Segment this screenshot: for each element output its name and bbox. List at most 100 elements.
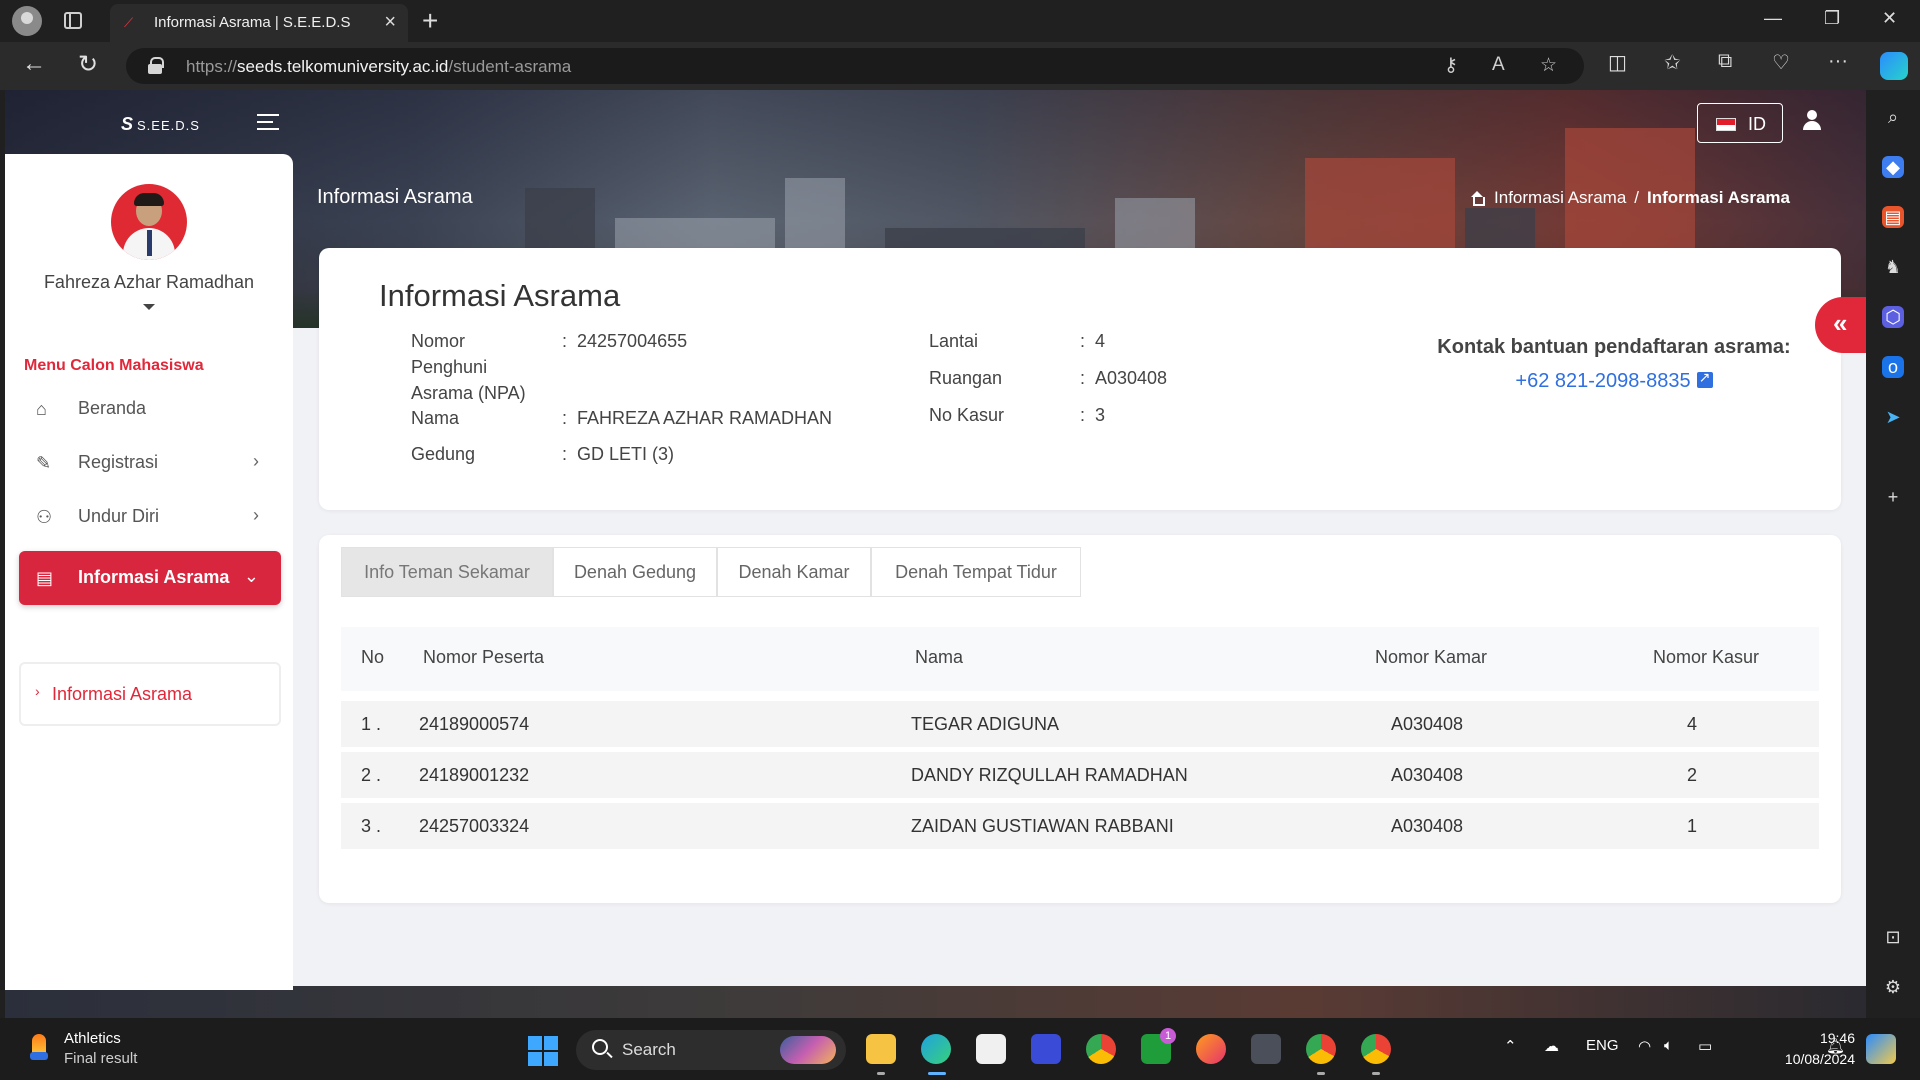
split-screen-icon[interactable]: ◫	[1608, 50, 1627, 75]
language-button[interactable]: ID	[1697, 103, 1783, 143]
close-window-button[interactable]: ✕	[1882, 8, 1897, 29]
edge-icon[interactable]	[921, 1034, 951, 1064]
nomor-kamar: A030408	[1391, 765, 1464, 785]
tab-denah-gedung[interactable]: Denah Gedung	[553, 547, 717, 597]
roommates-card: Info Teman Sekamar Denah Gedung Denah Ka…	[319, 535, 1841, 903]
row-number: 1 .	[361, 714, 382, 734]
nama: ZAIDAN GUSTIAWAN RABBANI	[911, 816, 1174, 836]
favorite-star-icon[interactable]: ☆	[1540, 54, 1557, 77]
copilot-taskbar-icon[interactable]	[1866, 1034, 1896, 1064]
more-options-icon[interactable]: ···	[1828, 50, 1848, 73]
battery-icon[interactable]: ▭	[1698, 1037, 1712, 1055]
table-row: 3 . 24257003324 ZAIDAN GUSTIAWAN RABBANI…	[341, 803, 1819, 849]
tab-denah-kamar[interactable]: Denah Kamar	[717, 547, 871, 597]
user-name[interactable]: Fahreza Azhar Ramadhan	[5, 272, 293, 293]
wifi-icon[interactable]: ◠	[1638, 1037, 1651, 1055]
home-icon[interactable]	[1470, 191, 1486, 206]
volume-icon[interactable]: 🔈︎	[1664, 1037, 1673, 1054]
running-indicator	[928, 1072, 946, 1075]
chevron-down-icon: ⌄	[243, 566, 259, 586]
minimize-button[interactable]: —	[1764, 8, 1782, 29]
tab-actions-icon[interactable]	[64, 12, 82, 29]
browser-tab-active[interactable]: ⟋ Informasi Asrama | S.E.E.D.S ×	[110, 4, 408, 42]
start-button[interactable]	[528, 1036, 558, 1066]
microsoft-365-icon[interactable]: ⬡	[1882, 306, 1904, 328]
back-button[interactable]: ←	[22, 50, 46, 78]
firefox-icon[interactable]	[1196, 1034, 1226, 1064]
browser-essentials-icon[interactable]: ♡	[1772, 50, 1790, 75]
tools-icon[interactable]: ▤	[1882, 206, 1904, 228]
profile-icon[interactable]	[12, 6, 42, 36]
screenshot-icon[interactable]: ⊡	[1882, 926, 1904, 948]
outlook-icon[interactable]: o	[1882, 356, 1904, 378]
breadcrumb-link[interactable]: Informasi Asrama	[1494, 188, 1626, 207]
avatar[interactable]	[111, 184, 187, 260]
file-explorer-icon[interactable]	[866, 1034, 896, 1064]
seeds-favicon-icon: ⟋	[124, 15, 134, 30]
user-icon[interactable]	[1803, 110, 1821, 130]
read-aloud-icon[interactable]: A	[1492, 54, 1505, 76]
new-tab-button[interactable]: +	[422, 5, 438, 37]
chrome-profile-f-icon[interactable]	[1361, 1034, 1391, 1064]
collections-icon[interactable]: ⧉	[1718, 50, 1732, 73]
seeds-logo[interactable]: S S.EE.D.S	[121, 114, 200, 135]
footer-background	[5, 986, 1866, 1018]
table-row: 2 . 24189001232 DANDY RIZQULLAH RAMADHAN…	[341, 752, 1819, 798]
sidebar-settings-icon[interactable]: ⚙	[1882, 976, 1904, 998]
notification-bell-icon[interactable]: 🔔︎	[1826, 1037, 1845, 1055]
close-tab-icon[interactable]: ×	[384, 11, 396, 34]
caret-down-icon[interactable]	[143, 304, 155, 310]
app-hexagon-icon[interactable]	[1251, 1034, 1281, 1064]
microsoft-store-icon[interactable]	[976, 1034, 1006, 1064]
add-sidebar-app-icon[interactable]: +	[1882, 486, 1904, 508]
lock-icon[interactable]	[148, 57, 164, 74]
lantai-value: 4	[1095, 331, 1106, 351]
external-link-icon	[1696, 369, 1713, 388]
key-icon[interactable]: ⚷	[1444, 54, 1458, 77]
tab-title: Informasi Asrama | S.E.E.D.S	[154, 14, 351, 31]
language-indicator[interactable]: ENG	[1586, 1037, 1619, 1054]
column-header: Nomor Peserta	[423, 647, 545, 667]
page-viewport: S S.EE.D.S ID Informasi Asrama Informasi …	[5, 90, 1866, 1018]
column-header: Nomor Kasur	[1653, 647, 1760, 667]
sidebar-item-undur-diri[interactable]: ⚇ Undur Diri ›	[19, 490, 281, 544]
home-icon: ⌂	[36, 399, 47, 419]
favorites-icon[interactable]: ✩	[1664, 50, 1681, 75]
restore-button[interactable]: ❐	[1824, 8, 1840, 29]
chevron-right-icon: ›	[35, 683, 40, 699]
info-title: Informasi Asrama	[379, 278, 621, 313]
tab-info-teman-sekamar[interactable]: Info Teman Sekamar	[341, 547, 553, 597]
chrome-icon[interactable]	[1086, 1034, 1116, 1064]
url-text[interactable]: https://seeds.telkomuniversity.ac.id/stu…	[186, 57, 571, 77]
sidebar-item-registrasi[interactable]: ✎ Registrasi ›	[19, 436, 281, 490]
nomor-peserta: 24257003324	[419, 816, 530, 836]
indonesia-flag-icon	[1716, 118, 1736, 131]
telegram-icon[interactable]: ➤	[1882, 406, 1904, 428]
shopping-tag-icon[interactable]: ◆	[1882, 156, 1904, 178]
copilot-icon[interactable]	[1880, 52, 1908, 80]
games-icon[interactable]: ♞	[1882, 256, 1904, 278]
taskbar-search[interactable]: Search	[576, 1030, 846, 1070]
edit-icon: ✎	[36, 453, 52, 473]
news-widget-subtitle[interactable]: Final result	[64, 1050, 137, 1067]
chrome-profile-a-icon[interactable]	[1306, 1034, 1336, 1064]
page-title: Informasi Asrama	[317, 186, 473, 208]
chevron-up-icon[interactable]: ⌃	[1504, 1037, 1517, 1055]
reload-button[interactable]: ↻	[78, 50, 98, 79]
nomor-peserta: 24189000574	[419, 714, 530, 734]
sidebar-item-informasi-asrama[interactable]: ▤ Informasi Asrama ⌄	[19, 551, 281, 605]
contact-phone-link[interactable]: +62 821-2098-8835	[1419, 369, 1809, 393]
news-widget-icon[interactable]	[28, 1034, 52, 1062]
lantai-label: Lantai	[929, 331, 979, 351]
browser-tab-bar: ⟋ Informasi Asrama | S.E.E.D.S × + — ❐ ✕	[0, 0, 1920, 42]
tab-denah-tempat-tidur[interactable]: Denah Tempat Tidur	[871, 547, 1081, 597]
vpn-app-icon[interactable]	[1031, 1034, 1061, 1064]
collapse-panel-button[interactable]: «	[1815, 297, 1866, 353]
sidebar-item-beranda[interactable]: ⌂ Beranda	[19, 382, 281, 436]
sidebar-search-icon[interactable]: ⌕	[1882, 106, 1904, 128]
submenu-informasi-asrama[interactable]: › Informasi Asrama	[19, 662, 281, 726]
address-bar[interactable]: https://seeds.telkomuniversity.ac.id/stu…	[126, 48, 1584, 84]
news-widget-title[interactable]: Athletics	[64, 1030, 121, 1047]
hamburger-menu-icon[interactable]	[257, 114, 279, 130]
onedrive-icon[interactable]: ☁	[1544, 1037, 1559, 1055]
